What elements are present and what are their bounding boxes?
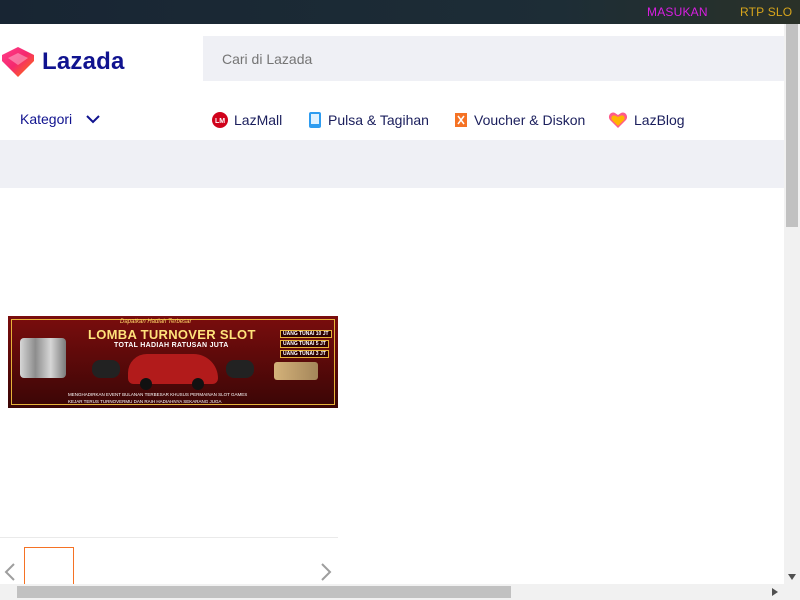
nav-item-pulsa[interactable]: Pulsa & Tagihan bbox=[308, 109, 429, 131]
search-placeholder: Cari di Lazada bbox=[222, 50, 313, 67]
search-input[interactable]: Cari di Lazada bbox=[203, 36, 784, 81]
horizontal-scroll-thumb[interactable] bbox=[17, 586, 511, 598]
prize-car-image bbox=[128, 354, 218, 390]
vertical-scroll-thumb[interactable] bbox=[786, 24, 798, 227]
voucher-icon bbox=[455, 113, 467, 127]
scroll-right-icon[interactable] bbox=[772, 588, 778, 596]
masukan-link[interactable]: MASUKAN bbox=[647, 5, 708, 19]
banner-subtitle: Dapatkan Hadiah Terbesar bbox=[120, 319, 192, 325]
svg-text:LM: LM bbox=[215, 118, 225, 125]
nav-item-lazmall[interactable]: LM LazMall bbox=[212, 109, 282, 131]
vertical-scrollbar[interactable] bbox=[784, 24, 800, 584]
top-bar: MASUKAN RTP SLO bbox=[0, 0, 800, 24]
chevron-down-icon bbox=[86, 115, 100, 124]
prize-label: UANG TUNAI 3 JT bbox=[280, 350, 329, 358]
prize-label: UANG TUNAI 5 JT bbox=[280, 340, 329, 348]
banner-title: LOMBA TURNOVER SLOT bbox=[88, 327, 256, 342]
nav-item-voucher[interactable]: Voucher & Diskon bbox=[454, 109, 585, 131]
nav-label: LazBlog bbox=[634, 112, 685, 128]
banner-subheading: TOTAL HADIAH RATUSAN JUTA bbox=[114, 342, 229, 349]
kategori-label: Kategori bbox=[20, 111, 73, 127]
chevron-left-icon[interactable] bbox=[4, 562, 16, 582]
prize-phones-image bbox=[20, 338, 66, 378]
promo-banner[interactable]: Dapatkan Hadiah Terbesar LOMBA TURNOVER … bbox=[8, 316, 338, 408]
prize-label: UANG TUNAI 10 JT bbox=[280, 330, 332, 338]
horizontal-scrollbar[interactable] bbox=[0, 584, 800, 600]
gallery-divider bbox=[0, 537, 338, 538]
banner-description: MENGHADIRKAN EVENT BULANAN TERBESAR KHUS… bbox=[68, 392, 248, 397]
kategori-dropdown[interactable]: Kategori bbox=[20, 111, 100, 127]
rtp-slot-link[interactable]: RTP SLO bbox=[740, 5, 792, 19]
lazada-logo[interactable]: Lazada bbox=[0, 46, 125, 78]
lazada-heart-icon bbox=[2, 47, 34, 77]
gallery-thumbnail[interactable] bbox=[24, 547, 74, 587]
category-strip bbox=[0, 140, 784, 188]
phone-icon bbox=[309, 112, 321, 128]
nav-label: LazMall bbox=[234, 112, 283, 128]
nav-item-lazblog[interactable]: LazBlog bbox=[608, 109, 685, 131]
logo-text: Lazada bbox=[42, 48, 125, 75]
prize-motorbike-image bbox=[226, 360, 254, 378]
lazblog-icon bbox=[608, 112, 628, 128]
banner-description: KEJAR TERUS TURNOVERMU DAN RAIH HADIAHNY… bbox=[68, 399, 222, 404]
prize-motorbike-image bbox=[92, 360, 120, 378]
chevron-right-icon[interactable] bbox=[320, 562, 332, 582]
scroll-down-icon[interactable] bbox=[788, 574, 796, 580]
lazmall-icon: LM bbox=[212, 112, 228, 128]
nav-label: Pulsa & Tagihan bbox=[328, 112, 429, 128]
prize-cash-image bbox=[274, 362, 318, 380]
nav-label: Voucher & Diskon bbox=[474, 112, 586, 128]
